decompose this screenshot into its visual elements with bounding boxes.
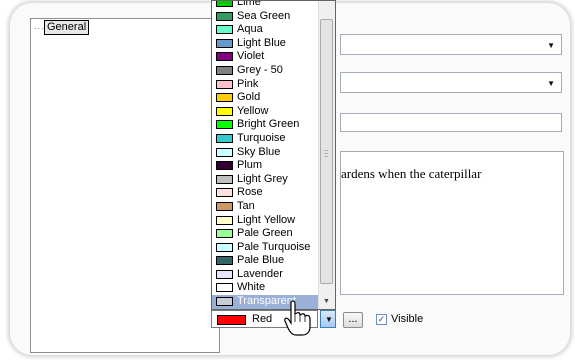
color-option-label: Lime xyxy=(237,0,261,8)
color-option-label: Gold xyxy=(237,91,261,104)
tree-view[interactable]: .... General xyxy=(30,18,220,353)
color-swatch xyxy=(216,52,233,62)
grip-icon: − − − xyxy=(324,148,329,161)
hand-cursor-icon xyxy=(284,300,311,336)
color-option-label: Light Yellow xyxy=(237,213,296,226)
color-option-lavender[interactable]: Lavender xyxy=(212,268,320,282)
color-option-lime[interactable]: Lime xyxy=(212,0,320,10)
color-combo-dropdown-button[interactable]: ▼ xyxy=(320,310,336,328)
color-option-aqua[interactable]: Aqua xyxy=(212,23,320,37)
color-option-grey-50[interactable]: Grey - 50 xyxy=(212,64,320,78)
color-swatch xyxy=(216,188,233,198)
color-option-label: Pink xyxy=(237,77,259,90)
tree-node-general[interactable]: General xyxy=(44,20,90,35)
memo-text-area[interactable]: ardens when the caterpillar xyxy=(340,151,564,295)
color-option-light-blue[interactable]: Light Blue xyxy=(212,37,320,51)
color-swatch xyxy=(216,1,233,7)
chevron-down-icon: ▼ xyxy=(325,315,333,324)
property-dropdown-1[interactable]: ▼ xyxy=(340,34,562,55)
color-swatch xyxy=(216,133,233,143)
color-option-bright-green[interactable]: Bright Green xyxy=(212,118,320,132)
color-swatch xyxy=(216,229,233,239)
color-option-label: Aqua xyxy=(237,23,263,36)
scrollbar-thumb[interactable]: − − − xyxy=(320,19,333,284)
color-option-label: Light Blue xyxy=(237,36,286,49)
color-option-pale-turquoise[interactable]: Pale Turquoise xyxy=(212,241,320,255)
color-swatch xyxy=(216,297,233,307)
color-option-label: Violet xyxy=(237,50,265,63)
color-option-label: Pale Green xyxy=(237,227,293,240)
color-swatch xyxy=(216,79,233,89)
color-swatch xyxy=(216,215,233,225)
memo-text: ardens when the caterpillar xyxy=(341,166,482,181)
color-option-pink[interactable]: Pink xyxy=(212,78,320,92)
color-swatch xyxy=(216,120,233,130)
color-option-yellow[interactable]: Yellow xyxy=(212,105,320,119)
color-swatch xyxy=(216,93,233,103)
chevron-down-icon[interactable]: ▼ xyxy=(547,79,555,88)
color-option-label: Bright Green xyxy=(237,118,300,131)
color-swatch xyxy=(216,65,233,75)
color-swatch xyxy=(216,38,233,48)
color-swatch xyxy=(216,106,233,116)
property-dropdown-2[interactable]: ▼ xyxy=(340,72,562,93)
color-items: Lime Sea Green Aqua Light Blue Violet Grey - … xyxy=(212,0,320,309)
color-option-pale-green[interactable]: Pale Green xyxy=(212,227,320,241)
color-swatch xyxy=(216,25,233,35)
color-option-gold[interactable]: Gold xyxy=(212,91,320,105)
color-option-label: Plum xyxy=(237,159,263,172)
visible-label: Visible xyxy=(391,313,424,325)
color-option-light-grey[interactable]: Light Grey xyxy=(212,173,320,187)
color-combo-label: Red xyxy=(252,313,273,325)
color-option-label: Pale Blue xyxy=(237,254,285,267)
chevron-down-icon[interactable]: ▼ xyxy=(547,41,555,50)
color-option-violet[interactable]: Violet xyxy=(212,50,320,64)
color-swatch xyxy=(216,161,233,171)
property-text-input[interactable] xyxy=(340,113,562,132)
color-option-label: Yellow xyxy=(237,104,269,117)
more-button[interactable]: ... xyxy=(343,312,363,328)
color-swatch xyxy=(216,201,233,211)
color-option-label: Sea Green xyxy=(237,9,291,22)
color-swatch xyxy=(216,256,233,266)
color-swatch xyxy=(217,315,246,325)
color-dropdown-list[interactable]: Lime Sea Green Aqua Light Blue Violet Grey - … xyxy=(211,0,336,310)
color-swatch xyxy=(216,269,233,279)
color-option-rose[interactable]: Rose xyxy=(212,186,320,200)
color-swatch xyxy=(216,147,233,157)
visible-checkbox[interactable]: ✓ xyxy=(376,314,387,325)
color-option-sky-blue[interactable]: Sky Blue xyxy=(212,146,320,160)
color-option-sea-green[interactable]: Sea Green xyxy=(212,10,320,24)
color-swatch xyxy=(216,11,233,21)
color-option-label: Pale Turquoise xyxy=(237,240,311,253)
color-swatch xyxy=(216,283,233,293)
color-option-label: Sky Blue xyxy=(237,145,281,158)
color-option-pale-blue[interactable]: Pale Blue xyxy=(212,254,320,268)
color-swatch xyxy=(216,174,233,184)
color-option-label: Grey - 50 xyxy=(237,63,283,76)
scrollbar[interactable]: − − − ▼ xyxy=(318,1,335,309)
color-option-plum[interactable]: Plum xyxy=(212,159,320,173)
color-option-label: Light Grey xyxy=(237,172,288,185)
color-option-label: Rose xyxy=(237,186,263,199)
color-swatch xyxy=(216,242,233,252)
color-option-label: Tan xyxy=(237,199,255,212)
color-option-turquoise[interactable]: Turquoise xyxy=(212,132,320,146)
color-option-white[interactable]: White xyxy=(212,281,320,295)
color-option-label: Turquoise xyxy=(237,131,286,144)
color-option-label: Lavender xyxy=(237,267,283,280)
scroll-down-icon[interactable]: ▼ xyxy=(323,298,330,305)
color-option-light-yellow[interactable]: Light Yellow xyxy=(212,214,320,228)
color-option-tan[interactable]: Tan xyxy=(212,200,320,214)
color-option-label: White xyxy=(237,281,266,294)
